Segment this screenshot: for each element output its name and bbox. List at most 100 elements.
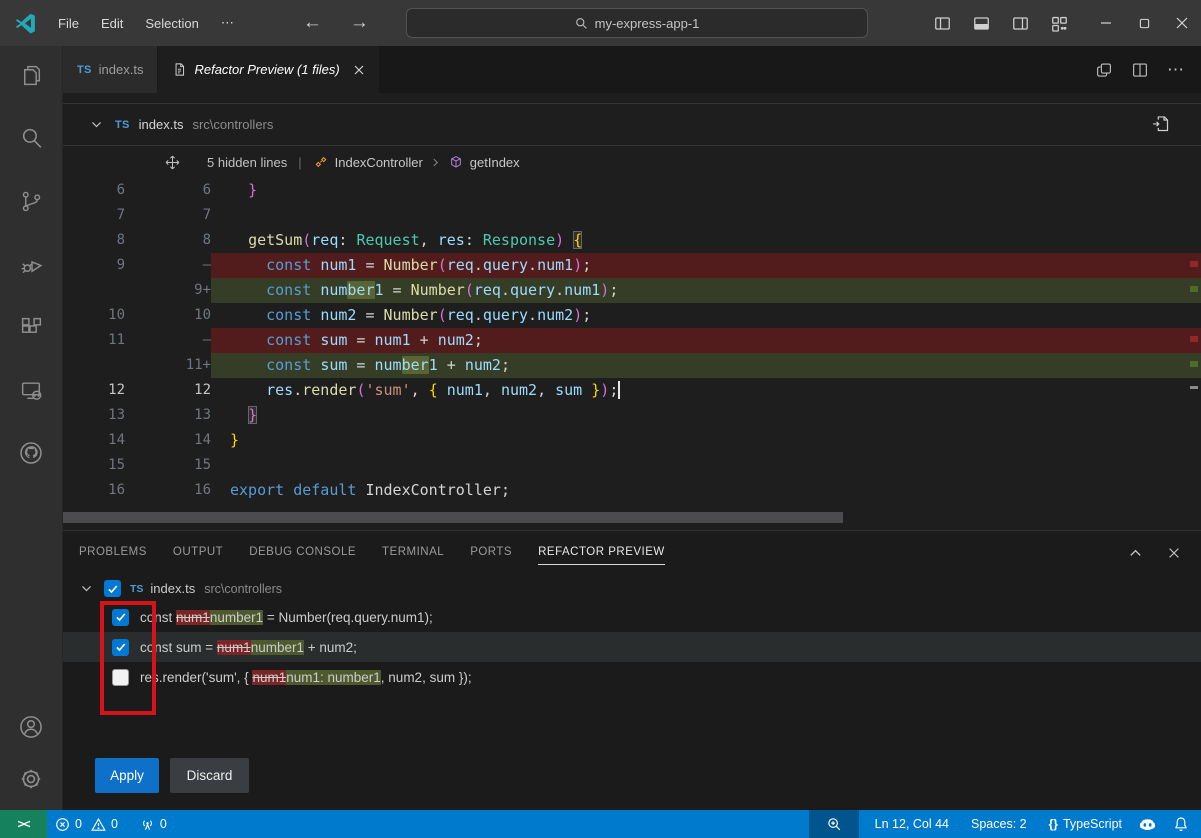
ruler-ins-mark	[1190, 286, 1198, 292]
toggle-secondary-sidebar-icon[interactable]	[1011, 14, 1030, 33]
split-editor-icon[interactable]	[1131, 61, 1149, 79]
tab-index-ts[interactable]: TSindex.ts	[63, 46, 158, 93]
change-checkbox[interactable]	[112, 669, 129, 686]
panel-actions	[1128, 546, 1201, 561]
accounts-icon[interactable]	[18, 714, 44, 740]
code-line: 1010 const num2 = Number(req.query.num2)…	[63, 303, 1201, 328]
horizontal-scrollbar[interactable]	[63, 512, 843, 523]
chevron-down-icon[interactable]	[80, 582, 96, 595]
remote-explorer-icon[interactable]	[18, 377, 44, 403]
refactor-change-row[interactable]: res.render('sum', { num1num1: number1, n…	[63, 662, 1201, 692]
refactor-change-row[interactable]: const sum = num1number1 + num2;	[63, 632, 1201, 662]
zoom-icon	[826, 816, 842, 832]
menu-selection[interactable]: Selection	[134, 16, 209, 31]
code-editor[interactable]: 66 }7788 getSum(req: Request, res: Respo…	[63, 178, 1201, 503]
code-line-text	[211, 203, 1201, 228]
gutter-modified-line-number: 16	[125, 478, 211, 503]
copilot-icon	[1138, 817, 1157, 832]
breadcrumb-class[interactable]: IndexController	[313, 154, 423, 170]
tab-refactor-preview-1-files-[interactable]: Refactor Preview (1 files)	[158, 46, 378, 93]
preview-file-icon	[172, 62, 187, 77]
code-line: 66 }	[63, 178, 1201, 203]
panel-tab-ports[interactable]: PORTS	[470, 541, 512, 565]
extensions-icon[interactable]	[18, 314, 44, 340]
more-actions-icon[interactable]: ⋯	[1167, 60, 1185, 80]
window-controls	[1087, 0, 1201, 46]
diff-editor[interactable]: TS index.ts src\controllers 5 hidden lin…	[63, 93, 1201, 530]
expand-hidden-lines-icon[interactable]	[164, 154, 181, 171]
notifications-status[interactable]	[1165, 810, 1201, 838]
breadcrumb-method[interactable]: getIndex	[448, 154, 520, 170]
close-tab-icon[interactable]	[353, 64, 365, 76]
gutter-original-line-number: 13	[63, 403, 125, 428]
copilot-status[interactable]	[1130, 810, 1165, 838]
code-line: 1515	[63, 453, 1201, 478]
discard-button[interactable]: Discard	[170, 758, 249, 793]
panel-tab-bar: PROBLEMS OUTPUT DEBUG CONSOLE TERMINAL PORTS…	[63, 531, 1201, 575]
change-text: const num1number1 = Number(req.query.num…	[140, 610, 433, 625]
tree-file-name: index.ts	[150, 581, 195, 596]
gutter-modified-line-number: –	[125, 253, 211, 278]
close-panel-icon[interactable]	[1167, 546, 1181, 560]
gutter-modified-line-number: 6	[125, 178, 211, 203]
diff-file-header[interactable]: TS index.ts src\controllers	[63, 103, 1201, 146]
minimize-icon[interactable]	[1087, 0, 1125, 46]
forwarded-ports-status[interactable]: 0	[132, 810, 175, 838]
separator: |	[298, 155, 301, 170]
panel-tab-terminal[interactable]: TERMINAL	[382, 541, 444, 565]
panel-tab-problems[interactable]: PROBLEMS	[79, 541, 147, 565]
code-line-text: const num1 = Number(req.query.num1);	[211, 253, 1201, 278]
gutter-original-line-number: 14	[63, 428, 125, 453]
run-debug-icon[interactable]	[18, 251, 44, 277]
chevron-down-icon[interactable]	[90, 118, 103, 131]
gutter-original-line-number: 7	[63, 203, 125, 228]
zoom-status[interactable]	[809, 810, 859, 838]
chevron-right-icon	[430, 157, 441, 168]
code-line: 77	[63, 203, 1201, 228]
forward-arrow-icon[interactable]: →	[350, 12, 369, 34]
refactor-change-row[interactable]: const num1number1 = Number(req.query.num…	[63, 602, 1201, 632]
menu-edit[interactable]: Edit	[90, 16, 134, 31]
settings-gear-icon[interactable]	[18, 766, 44, 792]
toggle-panel-icon[interactable]	[972, 14, 991, 33]
apply-button[interactable]: Apply	[95, 758, 159, 793]
problems-status[interactable]: 0 0	[47, 810, 126, 838]
maximize-icon[interactable]	[1125, 0, 1163, 46]
menu-bar: FileEditSelection⋯	[47, 15, 245, 31]
toggle-sidebar-icon[interactable]	[933, 14, 952, 33]
nav-arrows: ← →	[303, 12, 369, 34]
overview-ruler[interactable]	[1187, 93, 1201, 530]
vscode-logo-icon	[13, 11, 37, 35]
go-to-file-icon[interactable]	[1150, 113, 1171, 134]
change-checkbox[interactable]	[112, 609, 129, 626]
back-arrow-icon[interactable]: ←	[303, 12, 322, 34]
panel-tab-output[interactable]: OUTPUT	[173, 541, 223, 565]
tree-file-row[interactable]: TS index.ts src\controllers	[63, 575, 1201, 602]
explorer-icon[interactable]	[18, 62, 44, 88]
gutter-modified-line-number: 15	[125, 453, 211, 478]
bell-icon	[1173, 816, 1189, 832]
hidden-lines-label[interactable]: 5 hidden lines	[207, 155, 287, 170]
open-changes-icon[interactable]	[1095, 61, 1113, 79]
cursor-position[interactable]: Ln 12, Col 44	[867, 810, 957, 838]
code-line: 1212 res.render('sum', { num1, num2, sum…	[63, 378, 1201, 403]
close-window-icon[interactable]	[1163, 0, 1201, 46]
gutter-original-line-number: 9	[63, 253, 125, 278]
indentation-status[interactable]: Spaces: 2	[963, 810, 1035, 838]
customize-layout-icon[interactable]	[1050, 14, 1069, 33]
panel-tab-debug-console[interactable]: DEBUG CONSOLE	[249, 541, 356, 565]
remote-indicator[interactable]: ><	[0, 810, 47, 838]
menu-more[interactable]: ⋯	[210, 15, 245, 31]
source-control-icon[interactable]	[18, 188, 44, 214]
command-center-search[interactable]: my-express-app-1	[406, 8, 868, 38]
file-checkbox[interactable]	[104, 580, 121, 597]
language-status[interactable]: {} TypeScript	[1041, 810, 1130, 838]
menu-file[interactable]: File	[47, 16, 90, 31]
gutter-original-line-number: 6	[63, 178, 125, 203]
github-icon[interactable]	[18, 440, 44, 466]
panel-tab-refactor-preview[interactable]: REFACTOR PREVIEW	[538, 541, 665, 565]
change-checkbox[interactable]	[112, 639, 129, 656]
search-sidebar-icon[interactable]	[18, 125, 44, 151]
code-line: 11+ const sum = number1 + num2;	[63, 353, 1201, 378]
maximize-panel-icon[interactable]	[1128, 546, 1143, 561]
